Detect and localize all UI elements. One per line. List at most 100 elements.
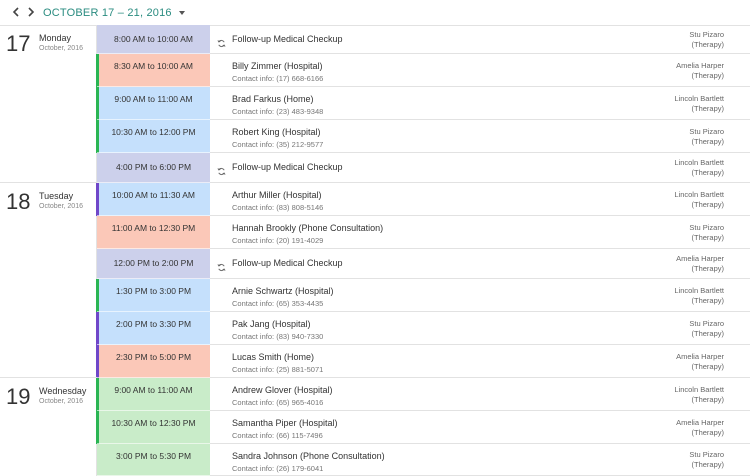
resource-name: Amelia Harper <box>676 351 724 361</box>
resource-name: Amelia Harper <box>676 60 724 70</box>
appointment-row[interactable]: 2:30 PM to 5:00 PM Lucas Smith (Home) Cont… <box>96 345 750 378</box>
appointment-row[interactable]: 10:30 AM to 12:00 PM Robert King (Hospita… <box>96 120 750 153</box>
day-month: October, 2016 <box>39 45 83 52</box>
resource-department: (Therapy) <box>691 361 724 371</box>
day-number: 19 <box>6 384 31 409</box>
appointment-subject: Follow-up Medical Checkup <box>232 258 343 268</box>
resource-department: (Therapy) <box>691 460 724 469</box>
appointment-row[interactable]: 2:00 PM to 3:30 PM Pak Jang (Hospital) Con… <box>96 312 750 345</box>
appointment-row[interactable]: 4:00 PM to 6:00 PM Follow-up Medical Chec… <box>96 153 750 183</box>
resource-department: (Therapy) <box>691 295 724 305</box>
time-range: 2:00 PM to 3:30 PM <box>115 319 192 329</box>
resource-name: Lincoln Bartlett <box>674 93 724 103</box>
day-divider <box>0 377 97 378</box>
contact-info: Contact info: (35) 212-9577 <box>232 140 324 149</box>
appointment-subject: Andrew Glover (Hospital) <box>232 385 333 395</box>
contact-info: Contact info: (20) 191-4029 <box>232 236 324 245</box>
caret-down-icon <box>178 11 185 15</box>
chevron-left-icon[interactable] <box>9 4 23 20</box>
date-range-dropdown[interactable]: OCTOBER 17 – 21, 2016 <box>43 7 185 19</box>
day-name: Wednesday <box>39 386 87 396</box>
resource-name: Stu Pizaro <box>689 450 724 459</box>
recurrence-icon <box>217 259 226 272</box>
time-range: 2:30 PM to 5:00 PM <box>115 352 192 362</box>
contact-info: Contact info: (65) 353-4435 <box>232 299 324 308</box>
appointment-subject: Follow-up Medical Checkup <box>232 162 343 172</box>
resource-name: Stu Pizaro <box>689 222 724 232</box>
toolbar: OCTOBER 17 – 21, 2016 <box>0 0 750 25</box>
appointment-row[interactable]: 3:00 PM to 5:30 PM Sandra Johnson (Phone … <box>96 444 750 476</box>
time-range: 10:00 AM to 11:30 AM <box>111 190 195 200</box>
day-divider <box>0 182 97 183</box>
contact-info: Contact info: (26) 179-6041 <box>232 464 324 473</box>
time-range: 8:30 AM to 10:00 AM <box>114 61 193 71</box>
day-number: 17 <box>6 31 31 56</box>
contact-info: Contact info: (83) 940-7330 <box>232 332 324 341</box>
appointment-row[interactable]: 1:30 PM to 3:00 PM Arnie Schwartz (Hospit… <box>96 279 750 312</box>
appointment-row[interactable]: 11:00 AM to 12:30 PM Hannah Brookly (Phon… <box>96 216 750 249</box>
contact-info: Contact info: (65) 965-4016 <box>232 398 324 407</box>
time-range: 9:00 AM to 11:00 AM <box>114 385 193 395</box>
appointment-subject: Robert King (Hospital) <box>232 127 321 137</box>
agenda-grid: 8:00 AM to 10:00 AM Follow-up Medical Che… <box>0 25 750 476</box>
appointment-row[interactable]: 10:30 AM to 12:30 PM Samantha Piper (Hosp… <box>96 411 750 444</box>
time-range: 11:00 AM to 12:30 PM <box>111 223 196 233</box>
time-range: 4:00 PM to 6:00 PM <box>115 162 192 172</box>
day-name: Monday <box>39 33 72 43</box>
resource-department: (Therapy) <box>691 136 724 146</box>
chevron-right-icon[interactable] <box>24 4 38 20</box>
contact-info: Contact info: (25) 881-5071 <box>232 365 324 374</box>
appointment-subject: Hannah Brookly (Phone Consultation) <box>232 223 384 233</box>
resource-department: (Therapy) <box>691 394 724 404</box>
appointment-subject: Billy Zimmer (Hospital) <box>232 61 323 71</box>
time-range: 3:00 PM to 5:30 PM <box>115 451 192 461</box>
time-range: 1:30 PM to 3:00 PM <box>115 286 192 296</box>
resource-department: (Therapy) <box>691 264 724 273</box>
appointment-subject: Pak Jang (Hospital) <box>232 319 311 329</box>
appointment-subject: Arthur Miller (Hospital) <box>232 190 322 200</box>
time-range: 10:30 AM to 12:00 PM <box>111 127 196 137</box>
resource-name: Lincoln Bartlett <box>674 285 724 295</box>
appointment-row[interactable]: 10:00 AM to 11:30 AM Arthur Miller (Hospi… <box>96 183 750 216</box>
contact-info: Contact info: (23) 483-9348 <box>232 107 324 116</box>
day-number: 18 <box>6 189 31 214</box>
appointment-row[interactable]: 8:30 AM to 10:00 AM Billy Zimmer (Hospita… <box>96 54 750 87</box>
resource-department: (Therapy) <box>691 232 724 242</box>
contact-info: Contact info: (83) 808-5146 <box>232 203 324 212</box>
appointment-subject: Arnie Schwartz (Hospital) <box>232 286 334 296</box>
resource-department: (Therapy) <box>691 427 724 437</box>
appointment-subject: Brad Farkus (Home) <box>232 94 314 104</box>
appointment-row[interactable]: 12:00 PM to 2:00 PM Follow-up Medical Che… <box>96 249 750 279</box>
appointment-row[interactable]: 8:00 AM to 10:00 AM Follow-up Medical Che… <box>96 25 750 54</box>
resource-name: Lincoln Bartlett <box>674 189 724 199</box>
resource-department: (Therapy) <box>691 39 724 49</box>
resource-name: Stu Pizaro <box>689 126 724 136</box>
appointment-subject: Follow-up Medical Checkup <box>232 33 343 44</box>
date-range-label: OCTOBER 17 – 21, 2016 <box>43 7 172 19</box>
resource-department: (Therapy) <box>691 168 724 177</box>
appointment-subject: Samantha Piper (Hospital) <box>232 418 338 428</box>
resource-name: Lincoln Bartlett <box>674 158 724 167</box>
time-range: 10:30 AM to 12:30 PM <box>111 418 196 428</box>
recurrence-icon <box>217 163 226 176</box>
resource-name: Amelia Harper <box>676 417 724 427</box>
resource-department: (Therapy) <box>691 70 724 80</box>
recurrence-icon <box>217 35 226 47</box>
time-range: 12:00 PM to 2:00 PM <box>113 258 194 268</box>
contact-info: Contact info: (66) 115-7496 <box>232 431 323 440</box>
appointment-subject: Lucas Smith (Home) <box>232 352 315 362</box>
resource-name: Amelia Harper <box>676 254 724 263</box>
contact-info: Contact info: (17) 668-6166 <box>232 74 324 83</box>
resource-department: (Therapy) <box>691 328 724 338</box>
day-name: Tuesday <box>39 191 74 201</box>
day-month: October, 2016 <box>39 398 83 405</box>
resource-name: Lincoln Bartlett <box>674 384 724 394</box>
time-range: 8:00 AM to 10:00 AM <box>114 33 193 44</box>
resource-department: (Therapy) <box>691 103 724 113</box>
appointment-subject: Sandra Johnson (Phone Consultation) <box>232 451 385 461</box>
appointment-row[interactable]: 9:00 AM to 11:00 AM Brad Farkus (Home) Con… <box>96 87 750 120</box>
appointment-row[interactable]: 9:00 AM to 11:00 AM Andrew Glover (Hospit… <box>96 378 750 411</box>
resource-name: Stu Pizaro <box>689 29 724 39</box>
resource-department: (Therapy) <box>691 199 724 209</box>
day-month: October, 2016 <box>39 203 83 210</box>
